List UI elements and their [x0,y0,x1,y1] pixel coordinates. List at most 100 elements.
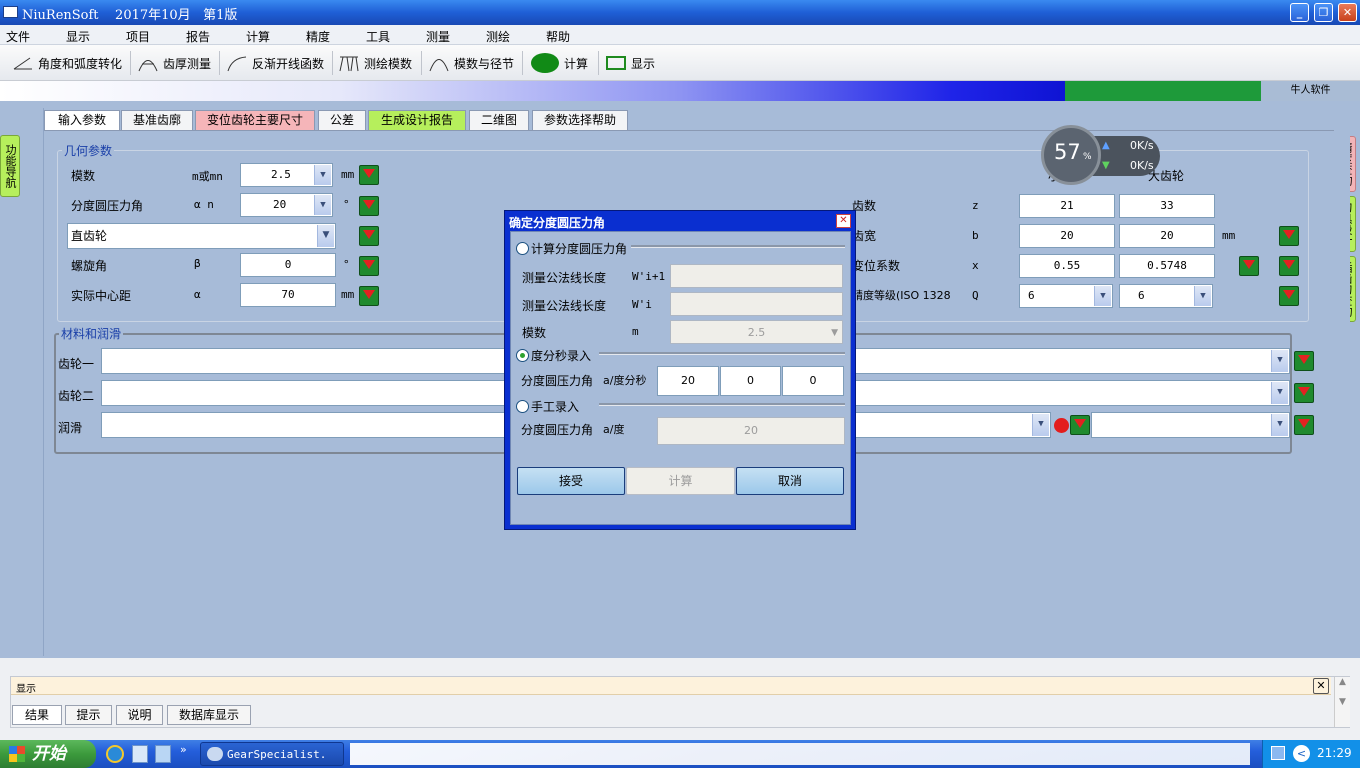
menu-survey[interactable]: 测绘 [486,28,510,45]
angle-radian-button[interactable]: 角度和弧度转化 [12,52,122,74]
dms-mode-radio[interactable] [516,349,529,362]
tab-shift-dimensions[interactable]: 变位齿轮主要尺寸 [195,110,315,130]
calc-mode-radio[interactable] [516,242,529,255]
shift-large-flag-icon[interactable] [1279,256,1299,276]
tab-param-help[interactable]: 参数选择帮助 [532,110,628,130]
menu-file[interactable]: 文件 [6,28,30,45]
helix-help-flag-icon[interactable] [359,256,379,276]
tab-design-report[interactable]: 生成设计报告 [368,110,466,130]
tab-2d-drawing[interactable]: 二维图 [469,110,529,130]
calculate-label: 计算 [564,56,589,71]
tab-input-params[interactable]: 输入参数 [44,110,120,131]
dialog-module-select[interactable]: 2.5 ▼ [670,320,843,344]
gear1-help-flag-icon[interactable] [1294,351,1314,371]
tab-database[interactable]: 数据库显示 [167,705,251,725]
module-unit: mm [341,168,355,181]
module-label: 模数 [71,169,96,183]
shift-small-input[interactable]: 0.55 [1019,254,1115,278]
system-tray: < 21:29 [1262,740,1360,768]
accept-button[interactable]: 接受 [517,467,625,495]
second-input[interactable]: 0 [782,366,844,396]
tab-notes[interactable]: 说明 [116,705,163,725]
pressure-angle-select[interactable]: 20 ▼ [240,193,333,217]
center-help-flag-icon[interactable] [359,286,379,306]
module-pitch-button[interactable]: 模数与径节 [428,52,514,74]
gear-type-help-flag-icon[interactable] [359,226,379,246]
pressure-angle-label: 分度圆压力角 [71,199,144,213]
geometry-group-title: 几何参数 [62,142,115,159]
lube-help-flag-icon[interactable] [1070,415,1090,435]
manual-angle-label: 分度圆压力角 [521,423,594,437]
calculate-button[interactable]: 计算 [530,52,588,74]
center-distance-symbol: α [194,288,201,301]
tooth-thickness-button[interactable]: 齿厚测量 [137,52,211,74]
shift-large-input[interactable]: 0.5748 [1119,254,1215,278]
inv-function-button[interactable]: 反渐开线函数 [226,52,324,74]
manual-angle-symbol: a/度 [603,423,625,436]
dialog-calc-button[interactable]: 计算 [626,467,735,495]
menu-project[interactable]: 项目 [126,28,150,45]
teeth-small-input[interactable]: 21 [1019,194,1115,218]
grade-help-flag-icon[interactable] [1279,286,1299,306]
wk-input[interactable] [670,292,843,316]
degree-input[interactable]: 20 [657,366,719,396]
menu-help[interactable]: 帮助 [546,28,570,45]
net-usage-dial[interactable]: 57 % [1041,125,1101,185]
start-button[interactable]: 开始 [0,740,96,768]
tab-tolerance[interactable]: 公差 [318,110,366,130]
dialog-close-icon[interactable]: ✕ [836,214,851,228]
gear-type-select[interactable]: 直齿轮 ▼ [67,223,336,249]
menu-tools[interactable]: 工具 [366,28,390,45]
tab-results[interactable]: 结果 [12,705,62,725]
shift-small-flag-icon[interactable] [1239,256,1259,276]
lubrication-viscosity-select[interactable]: ▼ [1091,412,1290,438]
tray-expand-icon[interactable]: < [1293,745,1310,762]
dms-mode-label: 度分秒录入 [531,349,592,363]
network-tray-icon[interactable] [1271,746,1285,760]
grade-small-select[interactable]: 6 ▼ [1019,284,1113,308]
menu-report[interactable]: 报告 [186,28,210,45]
width-small-input[interactable]: 20 [1019,224,1115,248]
viscosity-help-flag-icon[interactable] [1294,415,1314,435]
maximize-button[interactable]: ❐ [1314,3,1333,22]
pressure-angle-symbol: α n [194,198,214,211]
dialog-module-label: 模数 [522,326,547,340]
app-shortcut-icon-2[interactable] [155,745,171,763]
menu-accuracy[interactable]: 精度 [306,28,330,45]
menu-view[interactable]: 显示 [66,28,90,45]
teeth-large-input[interactable]: 33 [1119,194,1215,218]
helix-angle-input[interactable]: 0 [240,253,336,277]
grade-large-select[interactable]: 6 ▼ [1119,284,1213,308]
module-select[interactable]: 2.5 ▼ [240,163,333,187]
function-nav-tab[interactable]: 功能导航 [0,135,20,197]
cancel-button[interactable]: 取消 [736,467,844,495]
tab-basic-profile[interactable]: 基准齿廓 [121,110,193,130]
chevron-down-icon: ▼ [1271,414,1288,436]
manual-mode-radio[interactable] [516,400,529,413]
taskbar-app-button[interactable]: GearSpecialist. [200,742,344,766]
menu-measure[interactable]: 测量 [426,28,450,45]
gear2-help-flag-icon[interactable] [1294,383,1314,403]
panel-close-icon[interactable]: ✕ [1313,678,1329,694]
taskbar-blur-region [350,743,1250,765]
panel-scrollbar[interactable]: ▲ ▼ [1334,677,1350,727]
module-help-flag-icon[interactable] [359,165,379,185]
display-button[interactable]: 显示 [605,52,655,74]
center-distance-input[interactable]: 70 [240,283,336,307]
app-shortcut-icon[interactable] [132,745,148,763]
width-help-flag-icon[interactable] [1279,226,1299,246]
measure-module-button[interactable]: 测绘模数 [338,52,412,74]
ie-icon[interactable] [106,745,124,763]
minimize-button[interactable]: _ [1290,3,1309,22]
wk1-input[interactable] [670,264,843,288]
pressure-help-flag-icon[interactable] [359,196,379,216]
width-large-input[interactable]: 20 [1119,224,1215,248]
minute-input[interactable]: 0 [720,366,781,396]
shift-coeff-symbol: x [972,259,979,272]
quicklaunch-more-icon[interactable]: » [180,743,187,756]
start-label: 开始 [32,744,66,764]
manual-angle-input[interactable]: 20 [657,417,845,445]
menu-calc[interactable]: 计算 [246,28,270,45]
tab-hints[interactable]: 提示 [65,705,112,725]
close-button[interactable]: ✕ [1338,3,1357,22]
